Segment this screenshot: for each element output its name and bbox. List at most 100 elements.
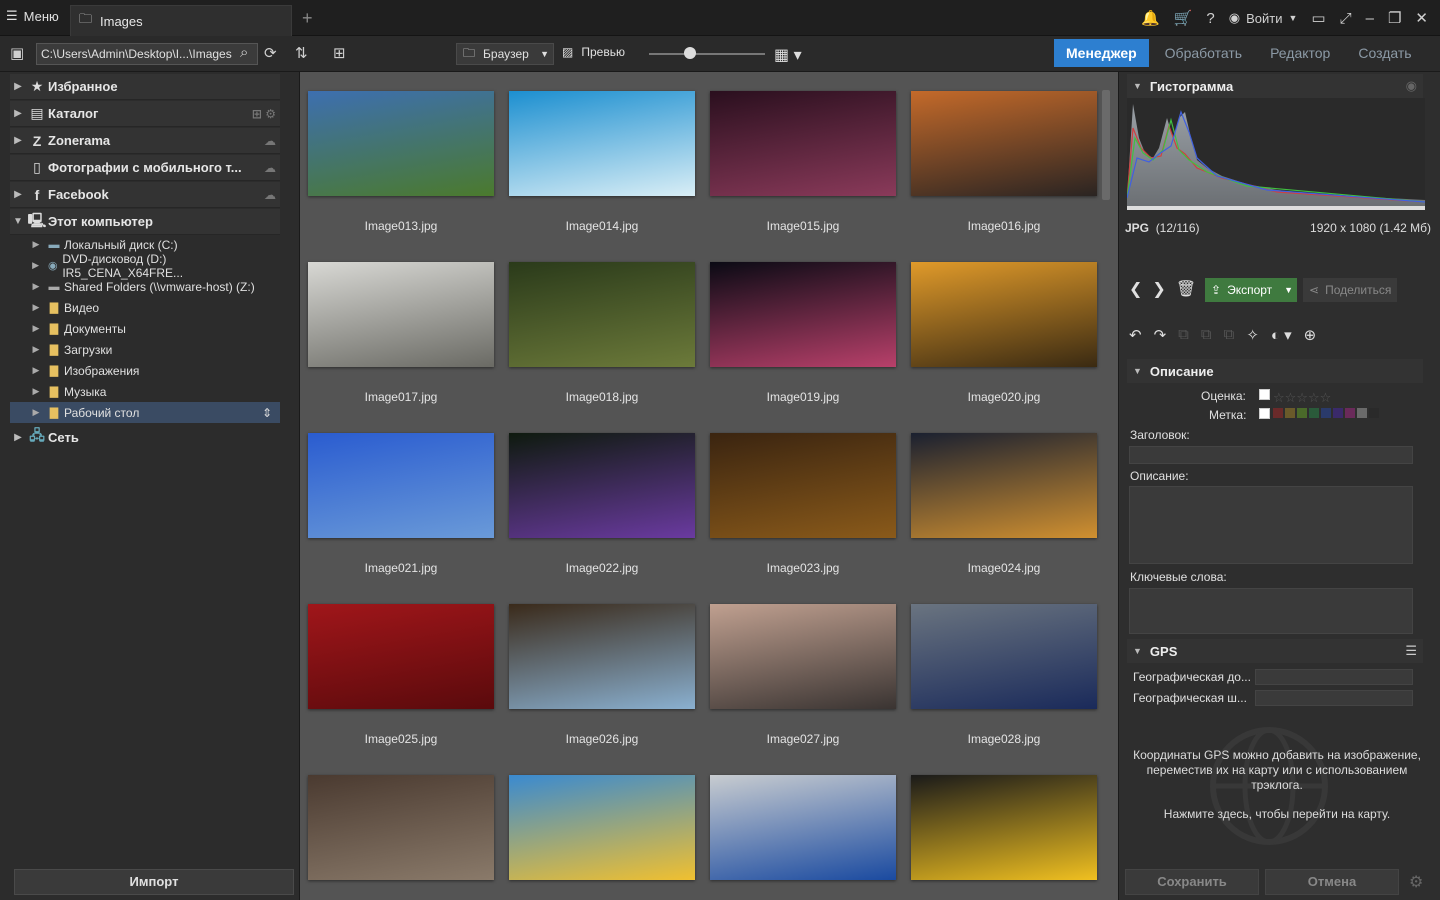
expand-icon[interactable]: ▶	[28, 260, 43, 271]
thumbnail-image[interactable]	[911, 91, 1097, 196]
bell-icon[interactable]: 🔔	[1141, 9, 1160, 27]
expand-icon[interactable]: ▶	[10, 81, 26, 92]
sidebar-item-downloads[interactable]: ▶ ▇ Загрузки	[10, 339, 280, 360]
save-button[interactable]: Сохранить	[1125, 869, 1259, 895]
title-field[interactable]	[1129, 446, 1413, 464]
tag-color-chip[interactable]	[1297, 408, 1307, 418]
tag-color-chips[interactable]	[1273, 408, 1379, 418]
new-tab-button[interactable]: +	[302, 8, 313, 29]
help-icon[interactable]: ?	[1206, 10, 1214, 27]
magic-wand-icon[interactable]: ✧	[1246, 326, 1259, 344]
menu-button[interactable]: ☰ Меню	[6, 8, 59, 24]
description-header[interactable]: ▼ Описание	[1127, 359, 1423, 383]
collapse-icon[interactable]: ▼	[10, 216, 26, 227]
histogram-header[interactable]: ▼ Гистограмма ◉	[1127, 74, 1423, 98]
view-mode-select[interactable]: 🗀 Браузер ▼	[456, 43, 554, 65]
slider-handle[interactable]	[684, 47, 696, 59]
gear-icon[interactable]: ⚙	[1409, 872, 1423, 892]
sidebar-item-desktop[interactable]: ▶ ▇ Рабочий стол ⇕	[10, 402, 280, 423]
expand-icon[interactable]: ▶	[28, 344, 44, 355]
export-button[interactable]: ⇪ Экспорт ▼	[1205, 278, 1297, 302]
tab-develop[interactable]: Обработать	[1153, 39, 1254, 67]
expand-icon[interactable]: ▶	[10, 135, 26, 146]
thumbnail-image[interactable]	[710, 262, 896, 367]
refresh-icon[interactable]: ⟳	[264, 44, 277, 62]
tag-color-chip[interactable]	[1369, 408, 1379, 418]
signin-button[interactable]: ◉ Войти ▼	[1229, 10, 1298, 26]
chevron-down-icon[interactable]: ▼	[1284, 285, 1293, 295]
folder-up-icon[interactable]: ▣	[10, 44, 24, 62]
sidebar-item-network[interactable]: ▶ 🖧 Сеть	[10, 424, 280, 450]
sidebar-item-video[interactable]: ▶ ▇ Видео	[10, 297, 280, 318]
sidebar-item-mobile[interactable]: ▯ Фотографии с мобильного т... ☁	[10, 155, 280, 181]
thumbnail-image[interactable]	[509, 91, 695, 196]
expand-icon[interactable]: ▶	[28, 239, 44, 250]
gps-header[interactable]: ▼ GPS ☰	[1127, 639, 1423, 663]
thumbnail-image[interactable]	[710, 433, 896, 538]
add-folder-icon[interactable]: ⊞ ⚙	[252, 107, 276, 121]
expand-icon[interactable]: ▶	[28, 386, 44, 397]
next-icon[interactable]: ❯	[1152, 279, 1165, 299]
geo-longitude-field[interactable]	[1255, 690, 1413, 706]
tag-color-chip[interactable]	[1273, 408, 1283, 418]
tag-color-chip[interactable]	[1309, 408, 1319, 418]
sidebar-item-pictures[interactable]: ▶ ▇ Изображения	[10, 360, 280, 381]
tag-color-chip[interactable]	[1357, 408, 1367, 418]
description-field[interactable]	[1129, 486, 1413, 564]
tag-color-chip[interactable]	[1333, 408, 1343, 418]
sidebar-item-facebook[interactable]: ▶ f Facebook ☁	[10, 182, 280, 208]
expand-icon[interactable]: ▶	[10, 189, 26, 200]
expand-icon[interactable]: ▶	[28, 365, 44, 376]
share-button[interactable]: ⋖ Поделиться	[1303, 278, 1397, 302]
sort-icon[interactable]: ⇅	[295, 44, 308, 62]
close-icon[interactable]: ✕	[1415, 9, 1428, 27]
keywords-field[interactable]	[1129, 588, 1413, 634]
thumbnail-image[interactable]	[911, 262, 1097, 367]
tag-color-chip[interactable]	[1345, 408, 1355, 418]
tab-manager[interactable]: Менеджер	[1054, 39, 1149, 67]
expand-icon[interactable]: ▶	[10, 108, 26, 119]
thumbnail-image[interactable]	[509, 775, 695, 880]
thumbnail-image[interactable]	[911, 775, 1097, 880]
sidebar-item-catalog[interactable]: ▶ ▤ Каталог ⊞ ⚙	[10, 101, 280, 127]
tag-clear[interactable]	[1259, 408, 1270, 419]
tab-editor[interactable]: Редактор	[1258, 39, 1342, 67]
thumbnail-image[interactable]	[911, 604, 1097, 709]
sidebar-item-favorites[interactable]: ▶ ★ Избранное	[10, 74, 280, 100]
rotate-right-icon[interactable]: ↷	[1154, 326, 1167, 344]
thumbnail-image[interactable]	[911, 433, 1097, 538]
new-folder-icon[interactable]: ⊞	[333, 44, 346, 62]
expand-icon[interactable]: ▶	[28, 281, 44, 292]
expand-icon[interactable]: ▶	[10, 432, 26, 443]
thumbnail-image[interactable]	[308, 433, 494, 538]
rating-stars[interactable]: ☆☆☆☆☆	[1273, 390, 1331, 406]
cancel-button[interactable]: Отмена	[1265, 869, 1399, 895]
restore-icon[interactable]: ❐	[1388, 9, 1401, 27]
minimize-icon[interactable]: –	[1366, 10, 1374, 27]
sidebar-item-shared[interactable]: ▶ ▬ Shared Folders (\\vmware-host) (Z:)	[10, 276, 280, 297]
expand-icon[interactable]: ▶	[28, 323, 44, 334]
thumbnail-image[interactable]	[308, 262, 494, 367]
fullscreen-icon[interactable]: ⤢	[1340, 10, 1352, 27]
menu-icon[interactable]: ☰	[1405, 643, 1417, 659]
thumbnail-image[interactable]	[308, 604, 494, 709]
thumbnail-image[interactable]	[308, 91, 494, 196]
fill-icon[interactable]: ◐ ▾	[1271, 326, 1292, 344]
sidebar-item-computer[interactable]: ▼ 🖳 Этот компьютер	[10, 209, 280, 235]
thumbnail-image[interactable]	[710, 775, 896, 880]
sidebar-item-zonerama[interactable]: ▶ Z Zonerama ☁	[10, 128, 280, 154]
sidebar-item-music[interactable]: ▶ ▇ Музыка	[10, 381, 280, 402]
sidebar-item-dvd[interactable]: ▶ ◉ DVD-дисковод (D:) IR5_CENA_X64FRE...	[10, 252, 280, 280]
search-icon[interactable]: ⌕	[240, 44, 248, 61]
sidebar-item-documents[interactable]: ▶ ▇ Документы	[10, 318, 280, 339]
cart-icon[interactable]: 🛒	[1174, 9, 1193, 27]
tag-color-chip[interactable]	[1285, 408, 1295, 418]
expand-icon[interactable]: ▶	[28, 407, 44, 418]
thumbnail-image[interactable]	[710, 91, 896, 196]
geo-latitude-field[interactable]	[1255, 669, 1413, 685]
rotate-left-icon[interactable]: ↶	[1129, 326, 1142, 344]
thumbnail-image[interactable]	[509, 262, 695, 367]
tab-images[interactable]: 🗀 Images	[70, 5, 292, 36]
add-image-icon[interactable]: ⊕	[1304, 326, 1317, 344]
tag-color-chip[interactable]	[1321, 408, 1331, 418]
